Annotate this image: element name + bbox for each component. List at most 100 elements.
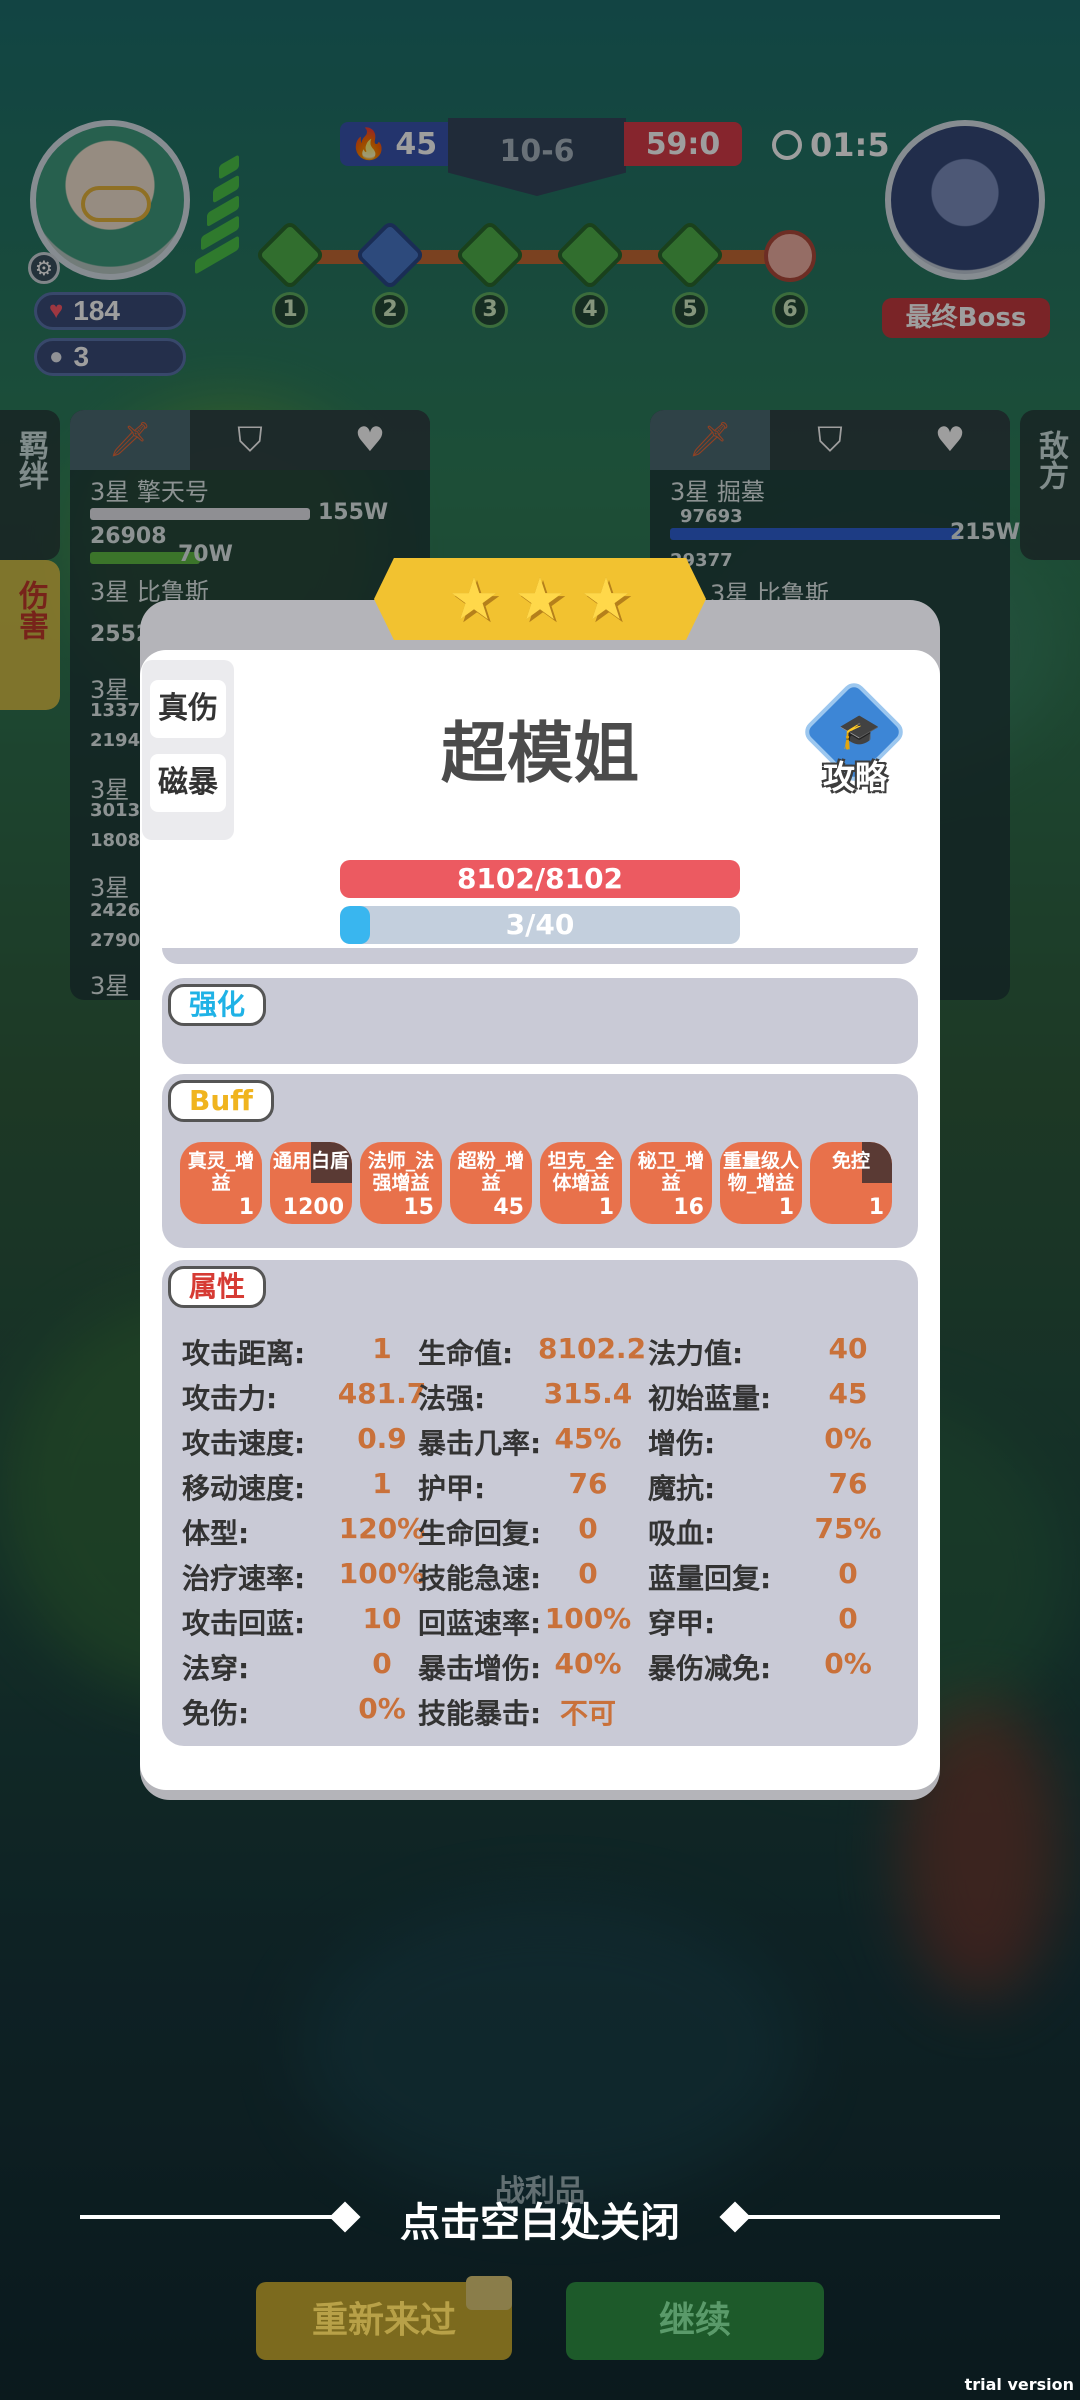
attribute-cell: 增伤: 0%	[648, 1422, 872, 1462]
mana-fill	[340, 906, 370, 944]
attribute-cell: 攻击回蓝: 10	[182, 1602, 401, 1642]
buff-item[interactable]: 超粉_增益 45	[450, 1142, 532, 1224]
attribute-cell: 蓝量回复: 0	[648, 1557, 858, 1597]
video-icon	[466, 2276, 512, 2310]
buff-item[interactable]: 坦克_全体增益 1	[540, 1142, 622, 1224]
buff-count: 1	[778, 1195, 794, 1220]
attribute-cell: 暴击几率: 45%	[418, 1422, 622, 1462]
attribute-label: 穿甲:	[648, 1607, 716, 1640]
star-icon: ★	[448, 565, 500, 633]
attribute-label: 护甲:	[418, 1472, 486, 1505]
trait-label[interactable]: 磁暴	[150, 754, 226, 812]
graduation-cap-icon: 🎓	[838, 712, 881, 752]
attribute-cell: 治疗速率: 100%	[182, 1557, 425, 1597]
guide-label: 攻略	[822, 758, 887, 796]
attribute-label: 攻击速度:	[182, 1427, 306, 1460]
attribute-label: 生命值:	[418, 1337, 514, 1370]
attribute-value: 45%	[554, 1422, 622, 1455]
attribute-label: 吸血:	[648, 1517, 716, 1550]
continue-button[interactable]: 继续	[566, 2282, 824, 2360]
buff-name: 法师_法强增益	[367, 1150, 435, 1194]
retry-label: 重新来过	[311, 2300, 456, 2341]
attribute-label: 免伤:	[182, 1697, 250, 1730]
attribute-value: 0.9	[357, 1422, 407, 1455]
attribute-cell: 技能暴击: 不可	[418, 1692, 616, 1732]
enhance-section: 强化	[162, 978, 918, 1064]
guide-button[interactable]: 🎓 攻略	[800, 678, 910, 800]
attributes-tag: 属性	[168, 1266, 267, 1308]
attribute-value: 0	[372, 1647, 392, 1680]
attribute-label: 攻击力:	[182, 1382, 278, 1415]
buff-item[interactable]: 通用白盾 1200	[270, 1142, 352, 1224]
attribute-cell: 吸血: 75%	[648, 1512, 882, 1552]
attribute-label: 技能暴击:	[418, 1697, 542, 1730]
attribute-label: 攻击回蓝:	[182, 1607, 306, 1640]
continue-label: 继续	[658, 2300, 731, 2341]
attribute-value: 1	[372, 1332, 392, 1365]
attribute-value: 100%	[338, 1557, 426, 1590]
attribute-cell: 免伤: 0%	[182, 1692, 406, 1732]
attribute-cell: 移动速度: 1	[182, 1467, 392, 1507]
attribute-value: 10	[362, 1602, 402, 1635]
buff-count: 15	[403, 1195, 434, 1220]
attribute-value: 0%	[824, 1647, 872, 1680]
attribute-value: 8102.2	[538, 1332, 647, 1365]
star-icon: ★	[580, 565, 632, 633]
attribute-value: 75%	[814, 1512, 882, 1545]
attribute-value: 120%	[338, 1512, 426, 1545]
attribute-label: 法穿:	[182, 1652, 250, 1685]
attribute-label: 移动速度:	[182, 1472, 306, 1505]
buff-name: 免控	[831, 1150, 870, 1172]
buff-item[interactable]: 重量级人物_增益 1	[720, 1142, 802, 1224]
watermark: trial version	[964, 2375, 1074, 2394]
buff-item[interactable]: 法师_法强增益 15	[360, 1142, 442, 1224]
attribute-label: 暴击几率:	[418, 1427, 542, 1460]
buff-count: 16	[673, 1195, 704, 1220]
trait-labels: 真伤 磁暴	[142, 660, 234, 840]
attribute-value: 76	[568, 1467, 608, 1500]
buff-item[interactable]: 秘卫_增益 16	[630, 1142, 712, 1224]
attribute-cell: 体型: 120%	[182, 1512, 425, 1552]
buff-item[interactable]: 免控 1	[810, 1142, 892, 1224]
attribute-label: 治疗速率:	[182, 1562, 306, 1595]
attribute-label: 魔抗:	[648, 1472, 716, 1505]
mana-value: 3/40	[505, 908, 575, 941]
attribute-cell: 法强: 315.4	[418, 1377, 632, 1417]
attribute-value: 76	[828, 1467, 868, 1500]
divider-line	[80, 2215, 350, 2219]
attribute-value: 1	[372, 1467, 392, 1500]
buff-name: 坦克_全体增益	[547, 1150, 615, 1194]
attribute-cell: 攻击速度: 0.9	[182, 1422, 407, 1462]
attribute-cell: 回蓝速率: 100%	[418, 1602, 631, 1642]
attribute-label: 法力值:	[648, 1337, 744, 1370]
attribute-cell: 法穿: 0	[182, 1647, 392, 1687]
trait-label[interactable]: 真伤	[150, 680, 226, 738]
buff-count: 1	[868, 1195, 884, 1220]
attribute-cell: 生命回复: 0	[418, 1512, 598, 1552]
health-bar: 8102/8102	[340, 860, 740, 898]
attribute-value: 不可	[559, 1697, 616, 1730]
attribute-label: 回蓝速率:	[418, 1607, 542, 1640]
attribute-cell: 攻击力: 481.7	[182, 1377, 426, 1417]
attribute-cell: 护甲: 76	[418, 1467, 607, 1507]
mana-bar: 3/40	[340, 906, 740, 944]
buff-count: 1	[598, 1195, 614, 1220]
attribute-cell: 技能急速: 0	[418, 1557, 598, 1597]
attribute-value: 0	[838, 1557, 858, 1590]
spoils-label: 战利品	[495, 2174, 585, 2209]
attribute-cell: 攻击距离: 1	[182, 1332, 392, 1372]
star-rating: ★ ★ ★	[374, 558, 706, 640]
attribute-cell: 穿甲: 0	[648, 1602, 858, 1642]
attribute-value: 315.4	[543, 1377, 633, 1410]
attribute-value: 0	[838, 1602, 858, 1635]
attribute-value: 100%	[544, 1602, 632, 1635]
buff-tag: Buff	[168, 1080, 274, 1122]
attribute-label: 增伤:	[648, 1427, 716, 1460]
attribute-cell: 魔抗: 76	[648, 1467, 867, 1507]
attribute-cell: 暴伤减免: 0%	[648, 1647, 872, 1687]
buff-name: 重量级人物_增益	[722, 1150, 799, 1194]
attribute-value: 0	[578, 1512, 598, 1545]
attribute-value: 45	[828, 1377, 868, 1410]
buff-item[interactable]: 真灵_增益 1	[180, 1142, 262, 1224]
buff-name: 秘卫_增益	[637, 1150, 705, 1194]
